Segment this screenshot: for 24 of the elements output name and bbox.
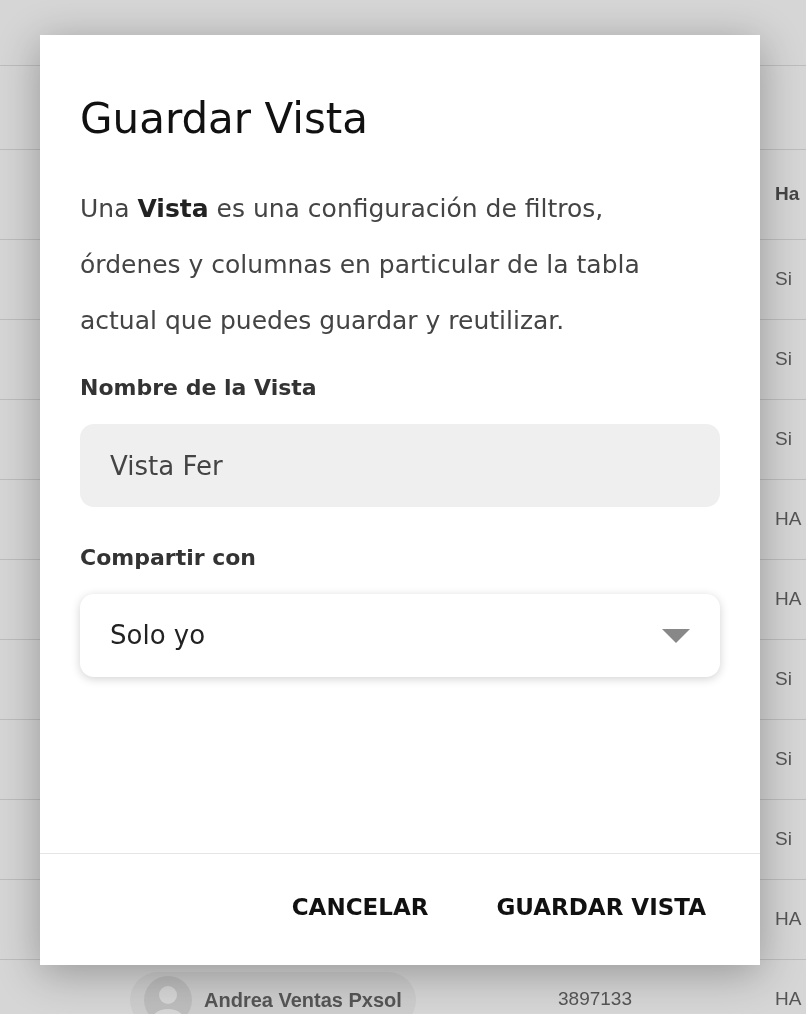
save-button[interactable]: GUARDAR VISTA (468, 880, 734, 935)
table-cell-text: HA (775, 507, 802, 532)
table-cell-text: HA (775, 907, 802, 932)
column-header: Ha (775, 182, 800, 207)
table-cell-text: Si (775, 747, 792, 772)
dialog-title: Guardar Vista (80, 93, 369, 145)
dialog-description: Una Vista es una configuración de filtros, órdenes y columnas en particular de la tabla actual que puedes guardar y reutilizar. (80, 193, 641, 337)
table-cell-text: HA (775, 987, 802, 1012)
share-select[interactable]: Solo yo (80, 594, 720, 677)
caret-icon (662, 628, 690, 643)
table-cell-text: Si (775, 267, 792, 292)
table-cell: 3897133 (558, 988, 632, 1010)
table-cell-text: Si (775, 347, 792, 372)
field-label: Nombre de la Vista (80, 374, 318, 402)
table-cell-text: Si (775, 827, 792, 852)
user-name: Andrea Ventas Pxsol (204, 987, 402, 1013)
table-cell-text: Si (775, 667, 792, 692)
table-cell-text: HA (775, 587, 802, 612)
field-label: Compartir con (80, 544, 257, 572)
cancel-button[interactable]: CANCELAR (263, 880, 457, 935)
table-cell-text: Si (775, 427, 792, 452)
user-chip[interactable]: Andrea Ventas Pxsol (130, 971, 416, 1014)
avatar-icon (144, 975, 192, 1014)
view-name-field[interactable]: Vista Fer (80, 424, 720, 507)
